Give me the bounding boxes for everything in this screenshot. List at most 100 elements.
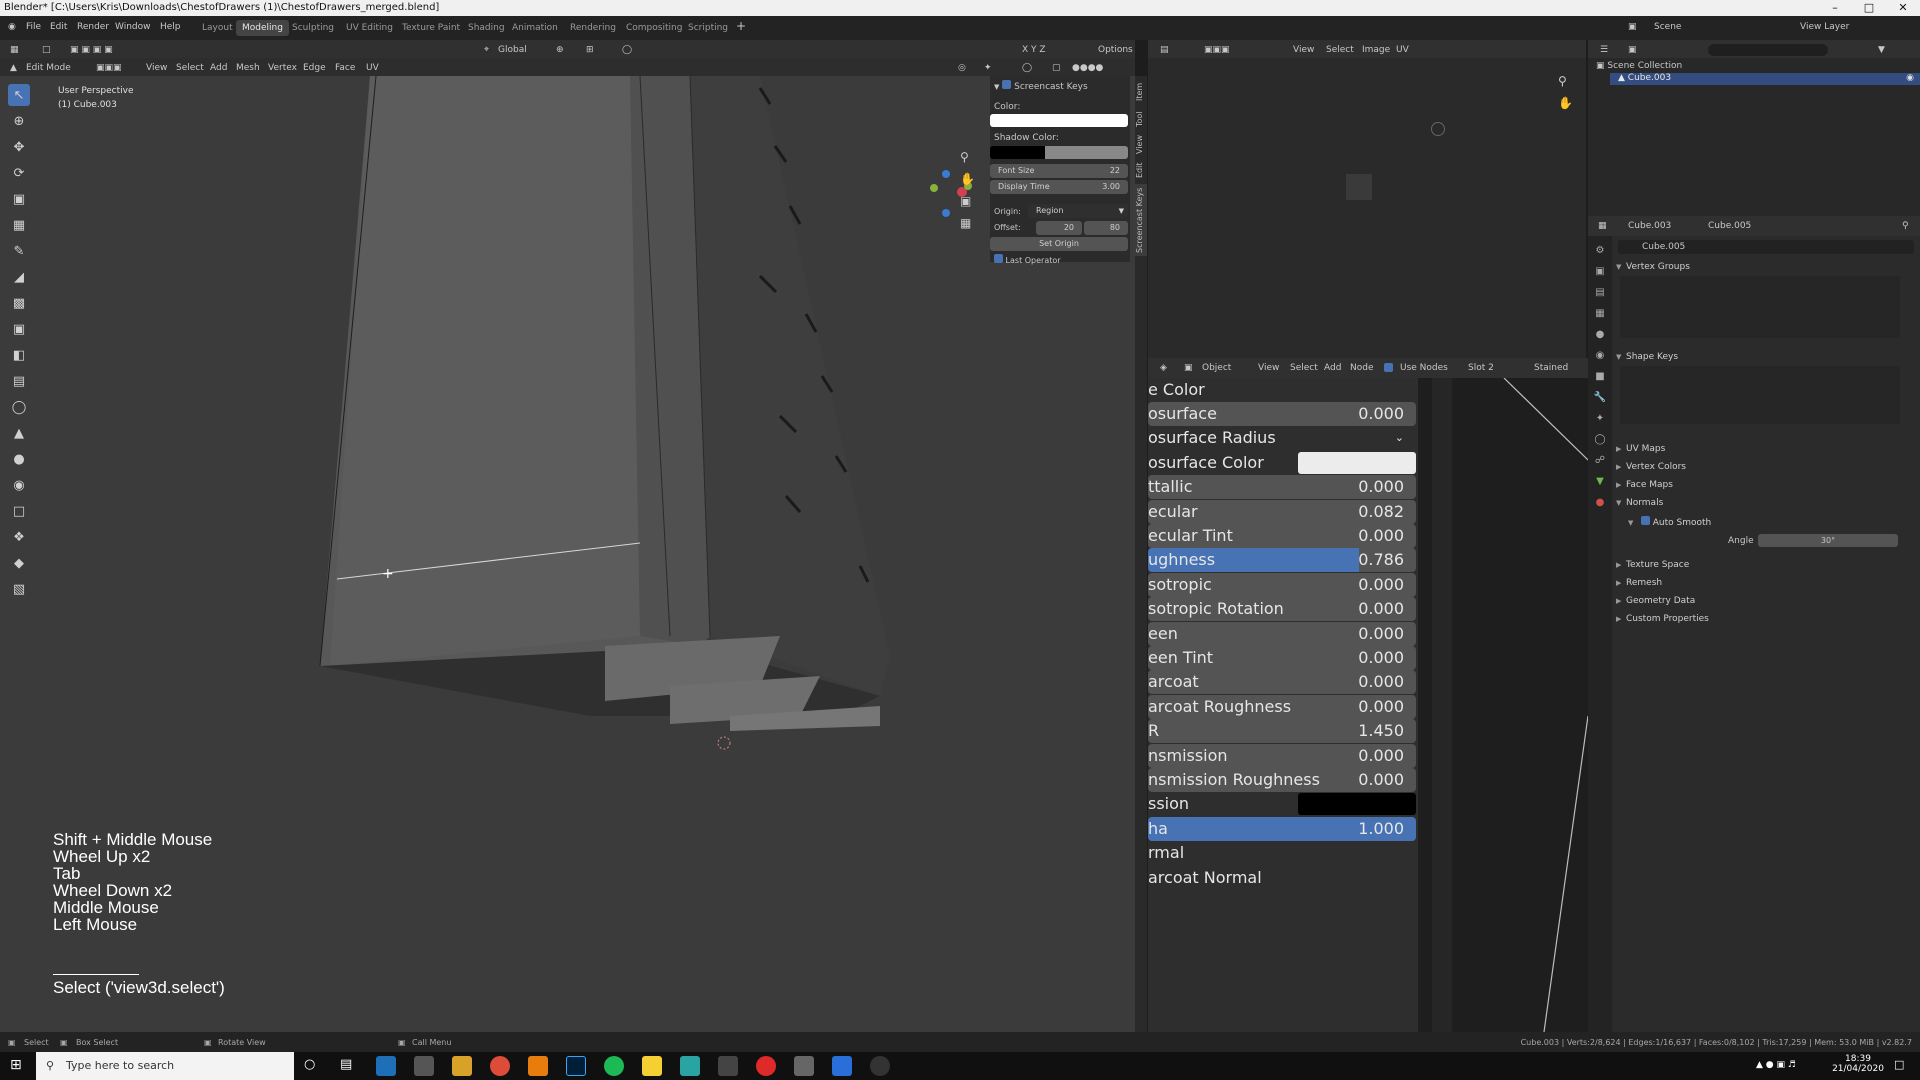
menu-render[interactable]: Render	[77, 22, 109, 32]
bsdf-row[interactable]: een Tint 0.000	[1148, 646, 1416, 670]
last-operator-checkbox[interactable]	[994, 254, 1003, 263]
select-box-icon[interactable]: □	[42, 45, 51, 55]
pin-icon[interactable]: ⚲	[1902, 221, 1909, 231]
tool-tab-icon[interactable]: ⚙	[1588, 240, 1612, 261]
pan-hand-icon[interactable]: ✋	[960, 168, 975, 190]
section-geometry-data[interactable]: ▶ Geometry Data	[1616, 596, 1695, 606]
pivot-icon[interactable]: ⊕	[556, 45, 564, 55]
bsdf-row[interactable]: sotropic 0.000	[1148, 573, 1416, 597]
close-icon[interactable]: ✕	[1886, 0, 1920, 16]
editor-type-icon[interactable]: ▦	[10, 45, 19, 55]
image-menu-select[interactable]: Select	[1326, 45, 1354, 55]
image-menu-view[interactable]: View	[1293, 45, 1314, 55]
sticky-notes-icon[interactable]	[642, 1056, 662, 1076]
image-editor-type-icon[interactable]: ▤	[1160, 45, 1169, 55]
section-face-maps[interactable]: ▶ Face Maps	[1616, 480, 1673, 490]
xray-icon[interactable]: ▢	[1052, 63, 1061, 73]
bsdf-row[interactable]: ecular Tint 0.000	[1148, 524, 1416, 548]
rip-tool-icon[interactable]: ▧	[8, 578, 30, 600]
zoom-icon[interactable]: ⚲	[960, 146, 975, 168]
clock[interactable]: 18:39 21/04/2020	[1830, 1054, 1886, 1074]
outliner-search-input[interactable]	[1708, 44, 1828, 56]
workspace-tab-modeling[interactable]: Modeling	[236, 20, 289, 36]
menu-view[interactable]: View	[146, 63, 167, 73]
object-tab-icon[interactable]: ■	[1588, 366, 1612, 387]
physics-tab-icon[interactable]: ◯	[1588, 429, 1612, 450]
bsdf-color-swatch[interactable]	[1298, 793, 1416, 815]
bsdf-row[interactable]: een 0.000	[1148, 622, 1416, 646]
gizmo-icon[interactable]: ✦	[984, 63, 992, 73]
auto-smooth-option[interactable]: ▼ Auto Smooth	[1628, 516, 1711, 528]
tab-view[interactable]: View	[1135, 134, 1147, 156]
edge-slide-tool-icon[interactable]: □	[8, 500, 30, 522]
select-tool-icon[interactable]: ↖	[8, 84, 30, 106]
smooth-tool-icon[interactable]: ◉	[8, 474, 30, 496]
mode-dropdown[interactable]: Edit Mode	[26, 63, 71, 73]
blender-logo-icon[interactable]: ◉	[8, 22, 16, 32]
system-tray-icons[interactable]: ▲ ● ▣ ♬	[1756, 1060, 1796, 1070]
app-icon-8[interactable]	[870, 1056, 890, 1076]
cortana-icon[interactable]: ○	[304, 1057, 315, 1072]
vertex-edge-face-icons[interactable]: ▣▣▣	[96, 63, 122, 73]
view-layer-selector[interactable]: View Layer	[1800, 22, 1849, 32]
vertex-groups-list[interactable]	[1620, 276, 1900, 338]
select-mode-icons[interactable]: ▣ ▣ ▣ ▣	[70, 45, 113, 55]
eye-icon[interactable]: ◉	[1906, 73, 1914, 83]
bsdf-color-swatch[interactable]	[1298, 452, 1416, 474]
move-tool-icon[interactable]: ✥	[8, 136, 30, 158]
scale-tool-icon[interactable]: ▣	[8, 188, 30, 210]
workspace-tab-scripting[interactable]: Scripting	[682, 20, 734, 36]
font-size-field[interactable]: Font Size 22	[990, 164, 1128, 178]
cursor-tool-icon[interactable]: ⊕	[8, 110, 30, 132]
bsdf-row[interactable]: osurface Radius ⌄	[1148, 426, 1416, 450]
transform-tool-icon[interactable]: ▦	[8, 214, 30, 236]
screencast-enable-checkbox[interactable]	[1002, 80, 1012, 89]
outliner-object-row[interactable]: ▲ Cube.003 ◉	[1610, 73, 1920, 85]
bsdf-row[interactable]: osurface Color	[1148, 451, 1416, 475]
workspace-tab-sculpting[interactable]: Sculpting	[286, 20, 340, 36]
inset-tool-icon[interactable]: ▣	[8, 318, 30, 340]
filter-icon[interactable]: ▼	[1878, 45, 1885, 55]
measure-tool-icon[interactable]: ◢	[8, 266, 30, 288]
shader-object-dropdown[interactable]: Object	[1202, 363, 1231, 373]
angle-field[interactable]: 30°	[1758, 534, 1898, 547]
orientation-dropdown[interactable]: Global	[498, 45, 527, 55]
menu-window[interactable]: Window	[115, 22, 151, 32]
screencast-panel-header[interactable]: ▼ Screencast Keys	[994, 80, 1088, 92]
loop-cut-tool-icon[interactable]: ▤	[8, 370, 30, 392]
bsdf-row[interactable]: sotropic Rotation 0.000	[1148, 597, 1416, 621]
windows-start-icon[interactable]: ⊞	[10, 1057, 22, 1073]
mesh-data-tab-icon[interactable]: ▼	[1588, 471, 1612, 492]
shading-modes-icon[interactable]: ●●●●	[1072, 63, 1103, 73]
chrome-icon[interactable]	[490, 1056, 510, 1076]
bsdf-row[interactable]: arcoat 0.000	[1148, 670, 1416, 694]
shear-tool-icon[interactable]: ◆	[8, 552, 30, 574]
extrude-tool-icon[interactable]: ▩	[8, 292, 30, 314]
tab-screencast-keys[interactable]: Screencast Keys	[1135, 184, 1147, 256]
taskbar-search-input[interactable]: ⚲ Type here to search	[36, 1052, 294, 1080]
bevel-tool-icon[interactable]: ◧	[8, 344, 30, 366]
display-time-field[interactable]: Display Time 3.00	[990, 180, 1128, 194]
menu-edge[interactable]: Edge	[303, 63, 326, 73]
proportional-edit-icon[interactable]: ◯	[622, 45, 632, 55]
node-menu-view[interactable]: View	[1258, 363, 1279, 373]
file-explorer-icon[interactable]	[452, 1056, 472, 1076]
outliner-type-icon[interactable]: ☰	[1600, 45, 1608, 55]
app-icon-4[interactable]	[718, 1056, 738, 1076]
outliner-display-icon[interactable]: ▣	[1628, 45, 1637, 55]
use-nodes-checkbox[interactable]	[1384, 363, 1393, 372]
app-icon-2[interactable]	[414, 1056, 434, 1076]
grid-icon[interactable]: ▦	[960, 212, 975, 234]
shape-keys-list[interactable]	[1620, 366, 1900, 424]
constraints-tab-icon[interactable]: ☍	[1588, 450, 1612, 471]
section-remesh[interactable]: ▶ Remesh	[1616, 578, 1662, 588]
node-menu-select[interactable]: Select	[1290, 363, 1318, 373]
workspace-tab-animation[interactable]: Animation	[506, 20, 564, 36]
scene-collection-row[interactable]: ▣ Scene Collection	[1596, 61, 1682, 71]
task-view-icon[interactable]: ▤	[340, 1057, 352, 1072]
app-icon-7[interactable]	[832, 1056, 852, 1076]
workspace-tab-rendering[interactable]: Rendering	[564, 20, 622, 36]
section-texture-space[interactable]: ▶ Texture Space	[1616, 560, 1689, 570]
shrink-tool-icon[interactable]: ❖	[8, 526, 30, 548]
app-icon-6[interactable]	[794, 1056, 814, 1076]
